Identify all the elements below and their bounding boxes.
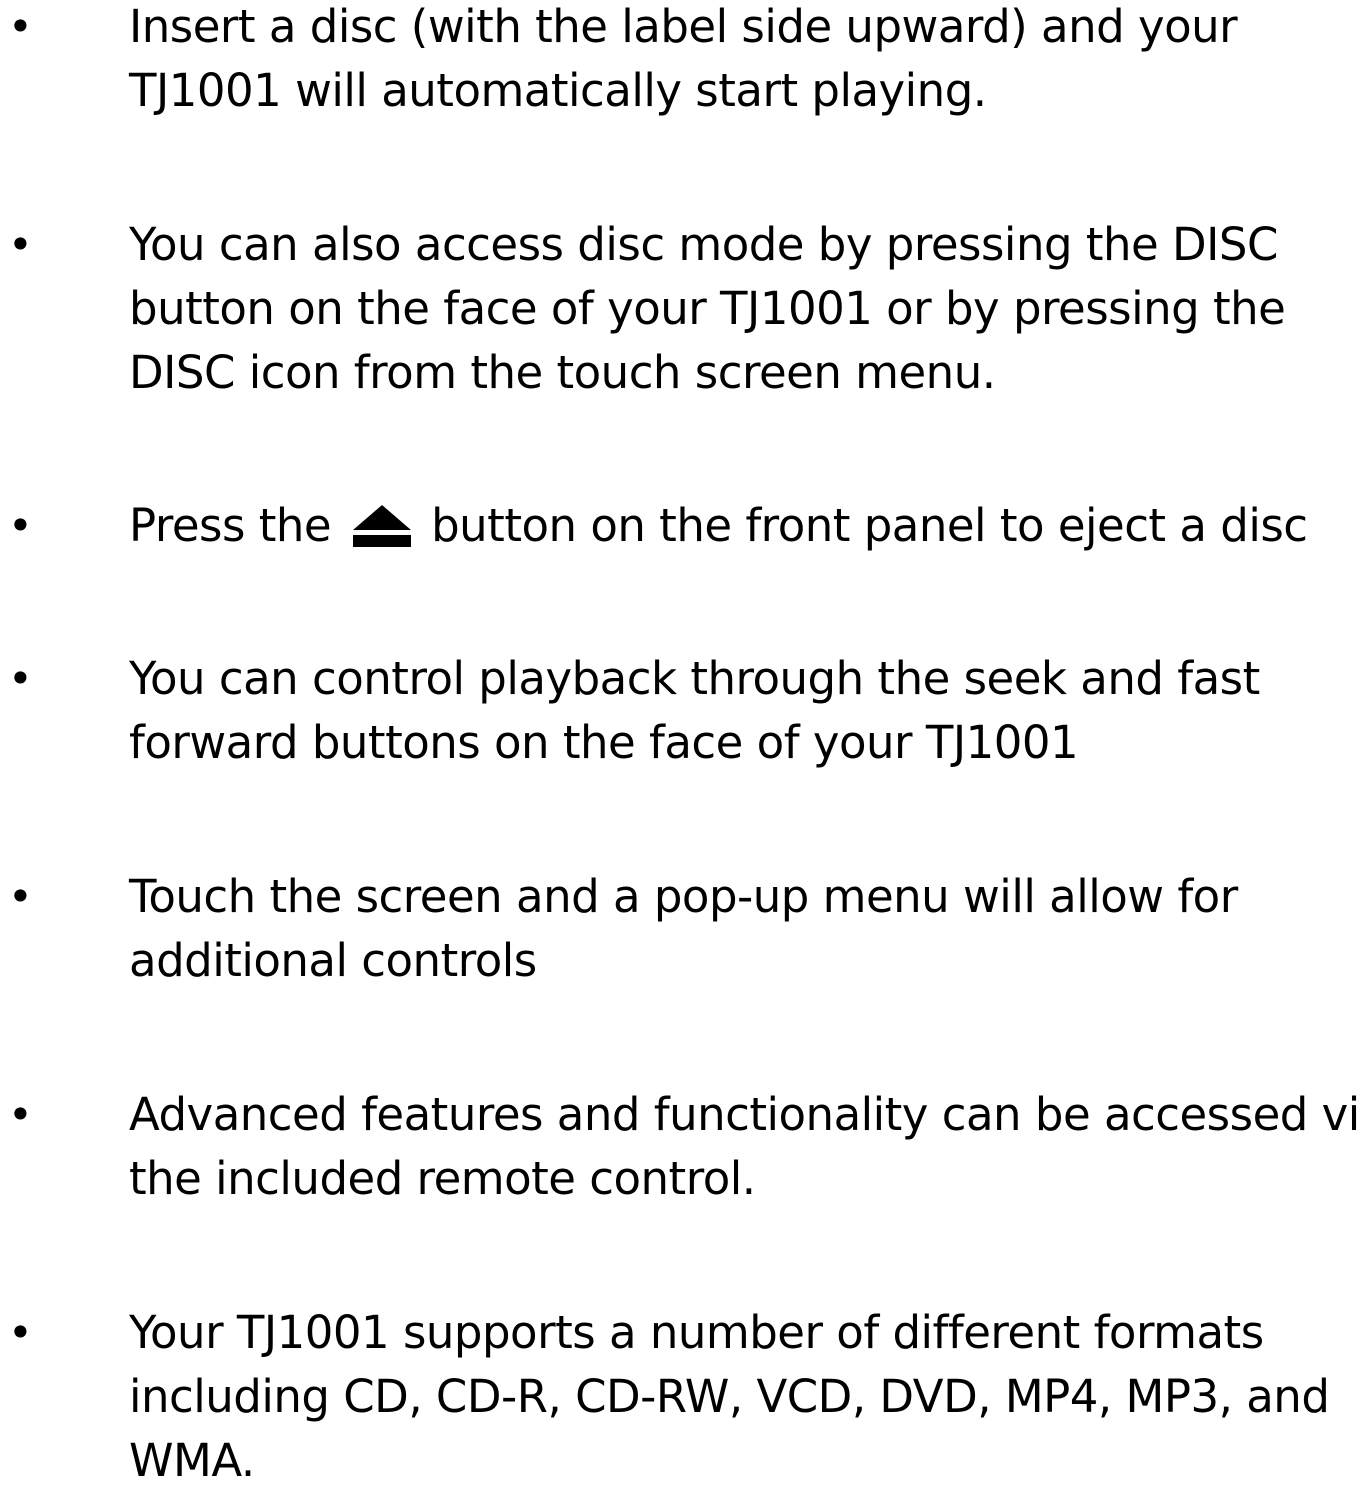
list-item-text: Touch the screen and a pop-up menu will … (129, 865, 1357, 993)
text-line: forward buttons on the face of your TJ10… (129, 716, 1079, 769)
list-item-text: Insert a disc (with the label side upwar… (129, 0, 1357, 123)
bullet-marker: • (8, 1090, 33, 1139)
text-line: TJ1001 will automatically start playing. (129, 64, 987, 117)
eject-icon (351, 502, 413, 548)
text-line: Insert a disc (with the label side upwar… (129, 0, 1238, 53)
text-line: Advanced features and functionality can … (129, 1088, 1360, 1141)
text-before-icon: Press the (129, 499, 332, 552)
bullet-marker: • (8, 220, 33, 269)
text-line: additional controls (129, 934, 537, 987)
text-line: WMA. (129, 1434, 255, 1487)
bullet-marker: • (8, 501, 33, 550)
list-item-text: You can control playback through the see… (129, 647, 1357, 775)
list-item-text: You can also access disc mode by pressin… (129, 213, 1357, 405)
bullet-marker: • (8, 872, 33, 921)
text-line: Your TJ1001 supports a number of differe… (129, 1306, 1264, 1359)
text-line: including CD, CD-R, CD-RW, VCD, DVD, MP4… (129, 1370, 1330, 1423)
list-item-text: Press the button on the front panel to ej… (129, 494, 1357, 558)
text-line: Press the button on the front panel to ej… (129, 494, 1357, 558)
text-line: DISC icon from the touch screen menu. (129, 346, 996, 399)
bullet-marker: • (8, 654, 33, 703)
text-line: Touch the screen and a pop-up menu will … (129, 870, 1238, 923)
text-line: the included remote control. (129, 1152, 756, 1205)
list-item-text: Advanced features and functionality can … (129, 1083, 1360, 1211)
bullet-marker: • (8, 2, 33, 51)
text-line: You can control playback through the see… (129, 652, 1260, 705)
text-line: button on the face of your TJ1001 or by … (129, 282, 1286, 335)
bullet-marker: • (8, 1308, 33, 1357)
text-after-icon: button on the front panel to eject a dis… (431, 499, 1308, 552)
list-item-text: Your TJ1001 supports a number of differe… (129, 1301, 1357, 1493)
text-line: You can also access disc mode by pressin… (129, 218, 1278, 271)
